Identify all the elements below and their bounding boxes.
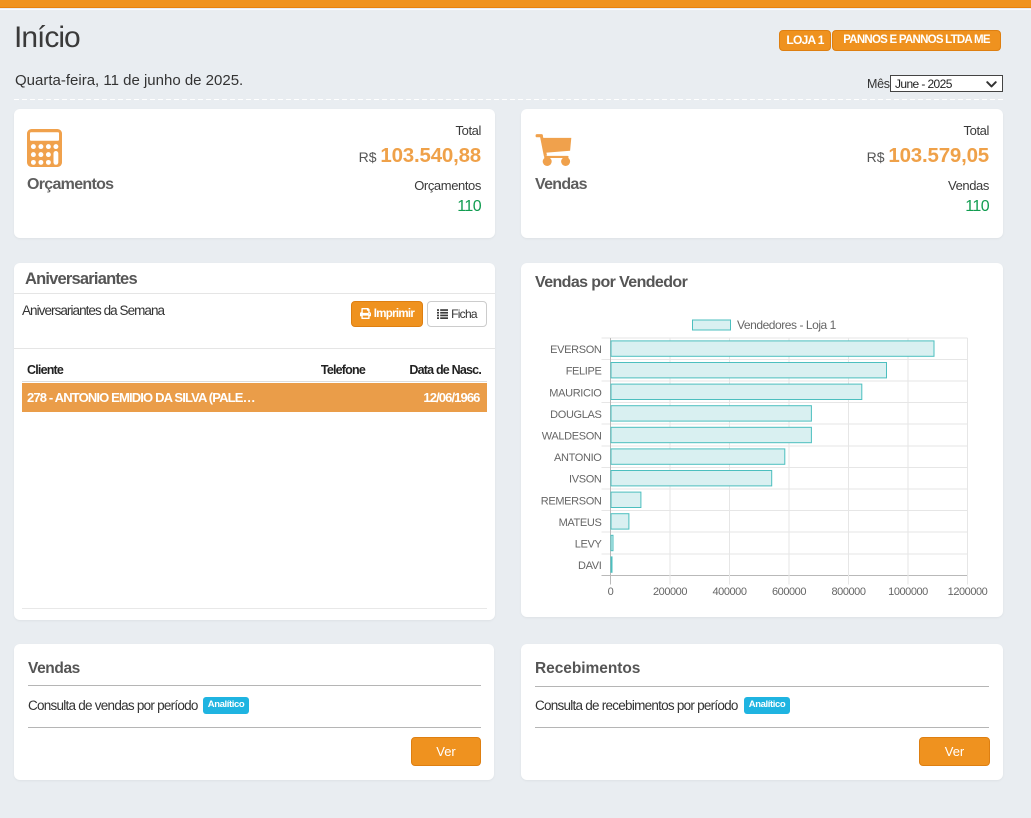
svg-text:IVSON: IVSON	[569, 474, 602, 486]
svg-text:200000: 200000	[653, 586, 687, 598]
svg-text:800000: 800000	[831, 586, 865, 598]
svg-text:0: 0	[608, 586, 614, 598]
svg-text:600000: 600000	[772, 586, 806, 598]
svg-text:1000000: 1000000	[888, 586, 928, 598]
svg-text:1200000: 1200000	[948, 586, 988, 598]
svg-text:DOUGLAS: DOUGLAS	[550, 409, 601, 421]
svg-text:MATEUS: MATEUS	[559, 517, 602, 529]
svg-text:FELIPE: FELIPE	[566, 366, 602, 378]
svg-text:WALDESON: WALDESON	[542, 431, 602, 443]
svg-text:EVERSON: EVERSON	[550, 344, 602, 356]
svg-text:MAURICIO: MAURICIO	[549, 387, 602, 399]
svg-text:400000: 400000	[712, 586, 746, 598]
svg-text:Vendedores - Loja 1: Vendedores - Loja 1	[737, 318, 837, 332]
svg-text:REMERSON: REMERSON	[541, 495, 602, 507]
svg-text:ANTONIO: ANTONIO	[554, 452, 602, 464]
svg-text:LEVY: LEVY	[575, 539, 603, 551]
svg-text:DAVI: DAVI	[578, 560, 602, 572]
